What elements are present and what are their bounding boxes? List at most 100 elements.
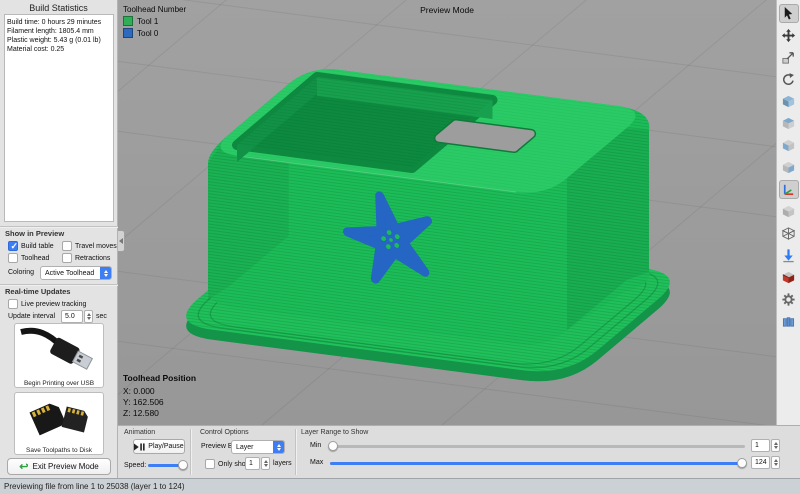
rotate-tool-button[interactable] xyxy=(779,70,799,89)
checkbox-box xyxy=(62,241,72,251)
max-slider-knob[interactable] xyxy=(737,458,747,468)
scale-icon xyxy=(781,50,796,65)
checkbox-only-show[interactable]: Only show xyxy=(205,459,251,469)
status-text: Previewing file from line 1 to 25038 (la… xyxy=(4,482,185,491)
sidebar: Build Statistics Build time: 0 hours 29 … xyxy=(0,0,118,478)
view-side-button[interactable] xyxy=(779,158,799,177)
min-layer-stepper[interactable] xyxy=(771,439,780,452)
play-pause-button[interactable]: Play/Pause xyxy=(133,439,185,454)
max-layer-field[interactable]: 124 xyxy=(751,456,770,469)
max-layer-stepper[interactable] xyxy=(771,456,780,469)
model-handle-slot xyxy=(439,124,531,148)
preview-mode-title: Preview Mode xyxy=(118,5,776,15)
view-default-button[interactable] xyxy=(779,92,799,111)
settings-gear-button[interactable] xyxy=(779,290,799,309)
update-interval-unit: sec xyxy=(96,313,107,320)
checkbox-travel-moves[interactable]: Travel moves xyxy=(62,241,117,251)
begin-printing-usb-button[interactable]: Begin Printing over USB xyxy=(14,323,104,388)
min-layer-slider[interactable] xyxy=(330,445,745,448)
cursor-icon xyxy=(781,6,796,21)
tool0-color-swatch xyxy=(123,28,133,38)
checkbox-retractions[interactable]: Retractions xyxy=(62,253,110,263)
coordinate-axes-button[interactable] xyxy=(779,180,799,199)
build-statistics-box: Build time: 0 hours 29 minutes Filament … xyxy=(4,14,114,222)
exit-preview-mode-button[interactable]: ↩ Exit Preview Mode xyxy=(7,458,111,475)
sd-card-icon xyxy=(19,395,99,441)
preview-controls-bar: Animation Play/Pause Speed: Control Opti… xyxy=(118,425,800,478)
cross-section-button[interactable] xyxy=(779,268,799,287)
preview-by-dropdown[interactable]: Layer xyxy=(231,440,285,454)
cube-gray-icon xyxy=(781,204,796,219)
checkbox-box xyxy=(8,241,18,251)
checkbox-live-preview-tracking[interactable]: Live preview tracking xyxy=(8,299,86,309)
layer-range-section-label: Layer Range to Show xyxy=(301,429,368,436)
play-pause-icon xyxy=(134,443,145,451)
checkbox-toolhead[interactable]: Toolhead xyxy=(8,253,49,263)
stat-material-cost: Material cost: 0.25 xyxy=(7,45,111,54)
down-arrow-icon xyxy=(781,248,796,263)
max-label: Max xyxy=(310,459,323,466)
view-top-button[interactable] xyxy=(779,114,799,133)
min-layer-field[interactable]: 1 xyxy=(751,439,770,452)
checkbox-box xyxy=(205,459,215,469)
3d-model-render xyxy=(118,0,776,425)
chevron-left-icon xyxy=(119,238,123,244)
min-label: Min xyxy=(310,442,321,449)
cube-iso-icon xyxy=(781,94,796,109)
gear-icon xyxy=(781,292,796,307)
drop-to-table-button[interactable] xyxy=(779,246,799,265)
move-tool-button[interactable] xyxy=(779,26,799,45)
toolhead-position-readout: Toolhead Position X: 0.000 Y: 162.506 Z:… xyxy=(123,373,196,419)
show-models-button[interactable] xyxy=(779,202,799,221)
speed-label: Speed: xyxy=(124,462,146,469)
status-bar: Previewing file from line 1 to 25038 (la… xyxy=(0,478,800,494)
max-layer-slider[interactable] xyxy=(330,462,745,465)
dropdown-stepper-icon xyxy=(100,267,111,279)
divider xyxy=(0,226,118,227)
only-show-layers-stepper[interactable] xyxy=(261,457,270,470)
update-interval-stepper[interactable] xyxy=(84,310,93,323)
save-toolpaths-button[interactable]: Save Toolpaths to Disk xyxy=(14,392,104,455)
stat-build-time: Build time: 0 hours 29 minutes xyxy=(7,18,111,27)
view-front-button[interactable] xyxy=(779,136,799,155)
legend-item-tool1: Tool 1 xyxy=(123,16,186,26)
cross-section-icon xyxy=(781,270,796,285)
min-slider-knob[interactable] xyxy=(328,441,338,451)
stat-plastic-weight: Plastic weight: 5.43 g (0.01 lb) xyxy=(7,36,111,45)
3d-viewport[interactable]: Toolhead Number Tool 1 Tool 0 Preview Mo… xyxy=(118,0,776,425)
toolhead-x: X: 0.000 xyxy=(123,386,196,397)
stat-filament-length: Filament length: 1805.4 mm xyxy=(7,27,111,36)
checkbox-box xyxy=(8,253,18,263)
select-tool-button[interactable] xyxy=(779,4,799,23)
only-show-layers-field[interactable]: 1 xyxy=(245,457,260,470)
toolhead-y: Y: 162.506 xyxy=(123,397,196,408)
build-statistics-title: Build Statistics xyxy=(0,0,117,12)
tool1-color-swatch xyxy=(123,16,133,26)
wireframe-view-button[interactable] xyxy=(779,224,799,243)
dropdown-stepper-icon xyxy=(273,441,284,453)
checkbox-build-table[interactable]: Build table xyxy=(8,241,54,251)
animation-section-label: Animation xyxy=(124,429,155,436)
checkbox-box xyxy=(62,253,72,263)
wireframe-cube-icon xyxy=(781,226,796,241)
update-interval-field[interactable]: 5.0 xyxy=(61,310,83,323)
view-toolbar xyxy=(776,0,800,425)
rotate-icon xyxy=(781,72,796,87)
cube-side-view-icon xyxy=(781,160,796,175)
toolhead-z: Z: 12.580 xyxy=(123,408,196,419)
cube-top-view-icon xyxy=(781,116,796,131)
layer-bars-icon xyxy=(781,314,796,329)
cube-front-view-icon xyxy=(781,138,796,153)
sidebar-collapse-handle[interactable] xyxy=(118,230,125,252)
realtime-updates-header: Real-time Updates xyxy=(5,287,70,296)
coloring-dropdown[interactable]: Active Toolhead xyxy=(40,266,112,280)
layer-bars-button[interactable] xyxy=(779,312,799,331)
speed-slider-knob[interactable] xyxy=(178,460,188,470)
legend-item-tool0: Tool 0 xyxy=(123,28,186,38)
scale-tool-button[interactable] xyxy=(779,48,799,67)
axes-icon xyxy=(781,182,796,197)
speed-slider[interactable] xyxy=(148,464,186,467)
usb-cable-icon xyxy=(19,326,99,374)
app-window: Build Statistics Build time: 0 hours 29 … xyxy=(0,0,800,494)
divider xyxy=(190,429,191,475)
